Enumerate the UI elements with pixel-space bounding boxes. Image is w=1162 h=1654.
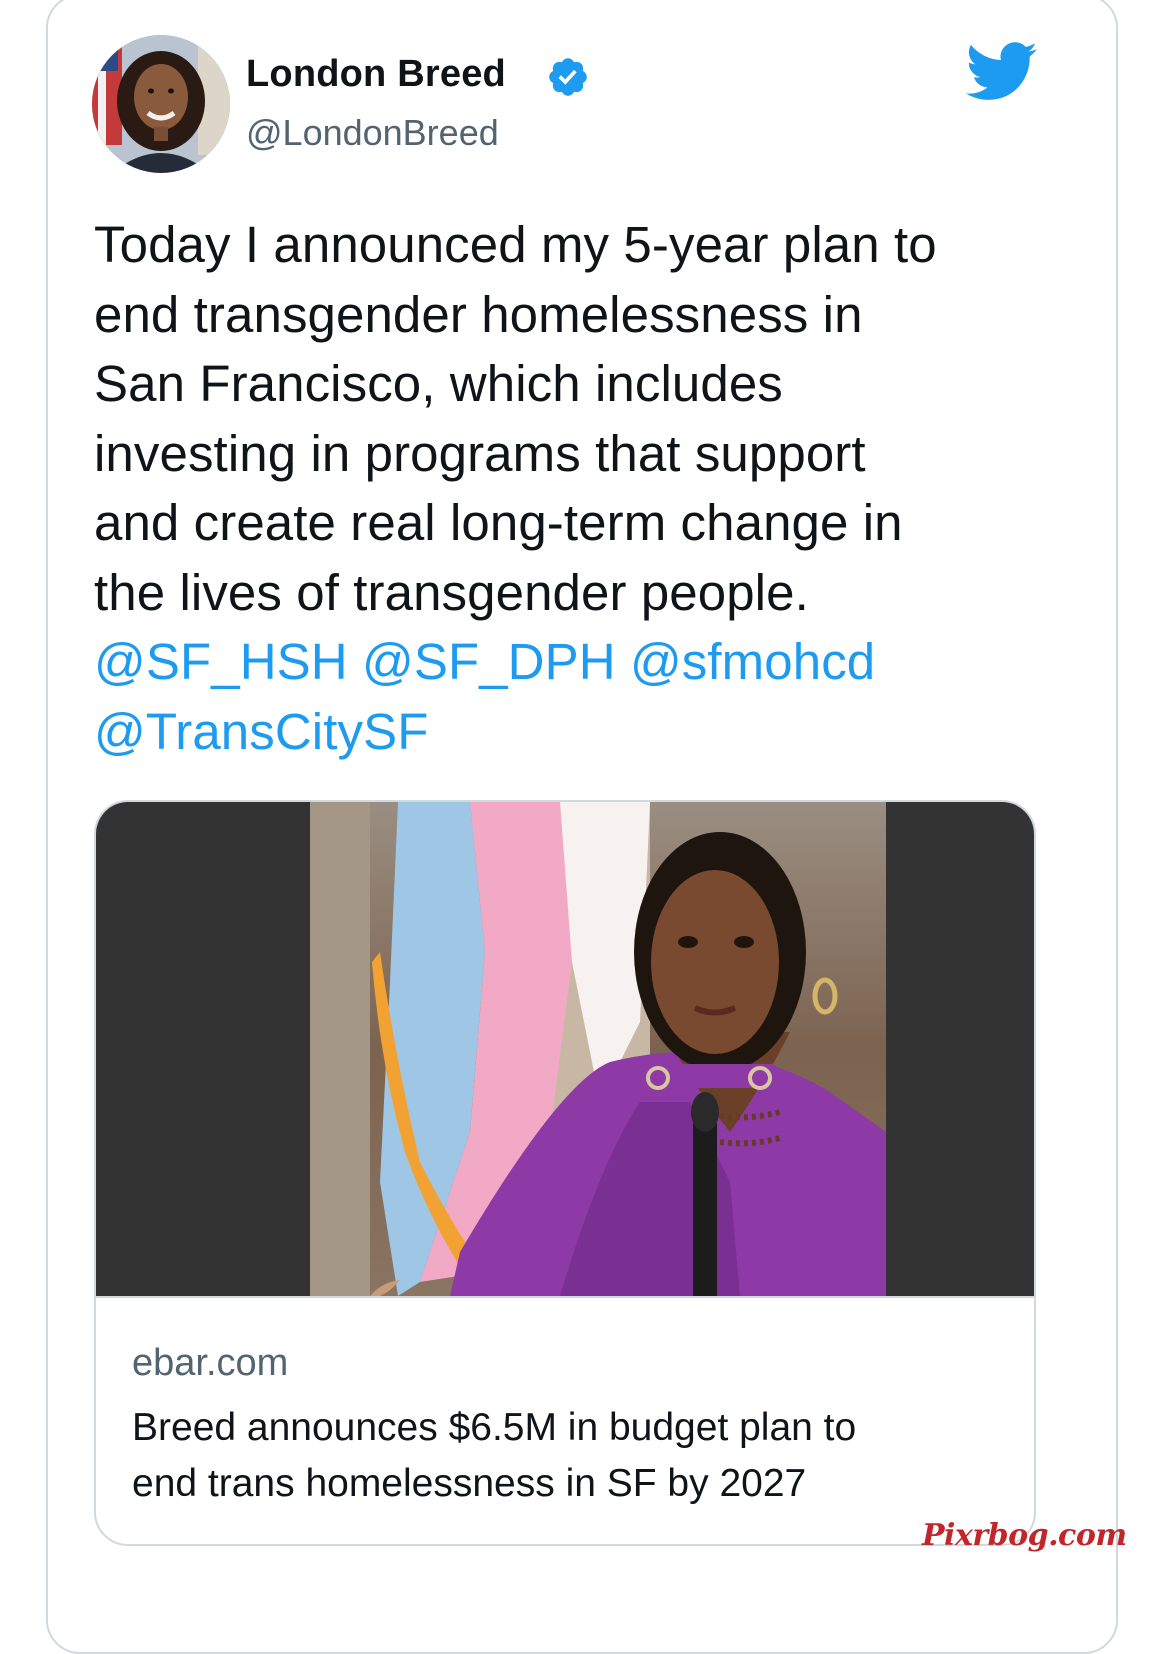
tweet-text-line: end transgender homelessness in — [94, 285, 863, 343]
tweet-text-line: the lives of transgender people. — [94, 563, 809, 621]
mention-sf-hsh[interactable]: @SF_HSH — [94, 633, 348, 690]
card-title[interactable]: Breed announces $6.5M in budget plan to … — [132, 1400, 1012, 1512]
tweet-text-line: investing in programs that support — [94, 424, 866, 482]
mention-sf-dph[interactable]: @SF_DPH — [362, 633, 616, 690]
watermark: Pixrbog.com — [922, 1518, 1127, 1553]
card-divider — [96, 1296, 1034, 1298]
mentions-line: @TransCitySF — [94, 697, 1084, 767]
twitter-bird-icon[interactable] — [966, 42, 1038, 102]
mention-transcitysf[interactable]: @TransCitySF — [94, 703, 428, 760]
card-domain[interactable]: ebar.com — [132, 1340, 288, 1386]
mentions-line: @SF_HSH @SF_DPH @sfmohcd — [94, 627, 1084, 697]
card-title-line: Breed announces $6.5M in budget plan to — [132, 1406, 857, 1449]
card-photo[interactable] — [310, 802, 886, 1296]
tweet-text-line: Today I announced my 5-year plan to — [94, 216, 937, 273]
verified-badge-icon — [549, 58, 587, 96]
tweet-text-line: and create real long-term change in — [94, 494, 903, 551]
card-title-line: end trans homelessness in SF by 2027 — [132, 1462, 807, 1505]
author-handle[interactable]: @LondonBreed — [246, 110, 499, 156]
author-avatar[interactable] — [92, 35, 230, 173]
mention-sfmohcd[interactable]: @sfmohcd — [630, 633, 875, 690]
card-media[interactable] — [96, 802, 1034, 1296]
link-preview-card[interactable]: ebar.com Breed announces $6.5M in budget… — [94, 800, 1036, 1546]
author-name[interactable]: London Breed — [246, 50, 506, 98]
tweet-text: Today I announced my 5-year plan to end … — [94, 210, 1084, 766]
tweet-text-line: San Francisco, which includes — [94, 355, 783, 412]
